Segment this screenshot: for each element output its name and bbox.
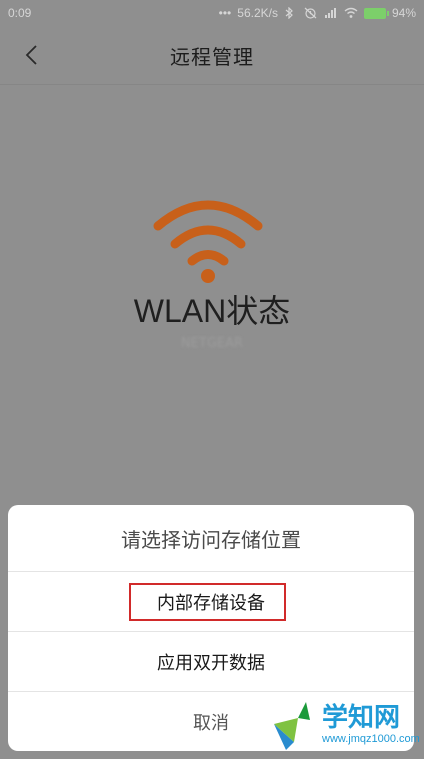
watermark-logo-icon [274, 701, 310, 750]
bluetooth-icon [284, 6, 298, 20]
option-label: 内部存储设备 [157, 592, 265, 614]
battery-level: 94% [391, 6, 416, 20]
wlan-status-title: WLAN状态 [133, 293, 291, 329]
watermark-text: 学知网 www.jmqz1000.com [322, 704, 420, 746]
app-header: 远程管理 [0, 26, 424, 85]
status-dots: ••• [218, 6, 232, 20]
status-bar: 0:09 ••• 56.2K/s 94% [0, 0, 424, 26]
status-icons: ••• 56.2K/s 94% [219, 6, 416, 20]
network-speed: 56.2K/s [237, 6, 278, 20]
alarm-icon [304, 7, 318, 19]
battery-icon [363, 7, 389, 19]
wlan-network-name: NETGEAR [180, 336, 244, 351]
signal-icon [324, 7, 338, 19]
option-label: 应用双开数据 [157, 652, 265, 674]
option-internal-storage[interactable]: 内部存储设备 [8, 572, 414, 632]
wifi-icon [344, 7, 358, 19]
watermark: 学知网 www.jmqz1000.com [270, 690, 424, 759]
screen: 0:09 ••• 56.2K/s 94% 远程管理 WLAN状态 NETGEAR… [0, 0, 424, 759]
watermark-sub: www.jmqz1000.com [322, 732, 420, 745]
page-title: 远程管理 [170, 44, 254, 69]
dialog-title: 请选择访问存储位置 [8, 505, 414, 572]
back-icon [25, 45, 37, 65]
watermark-main: 学知网 [322, 702, 401, 733]
back-button[interactable] [14, 38, 48, 72]
status-time: 0:09 [8, 6, 32, 20]
wlan-icon [153, 200, 263, 283]
option-dual-app-data[interactable]: 应用双开数据 [8, 632, 414, 692]
